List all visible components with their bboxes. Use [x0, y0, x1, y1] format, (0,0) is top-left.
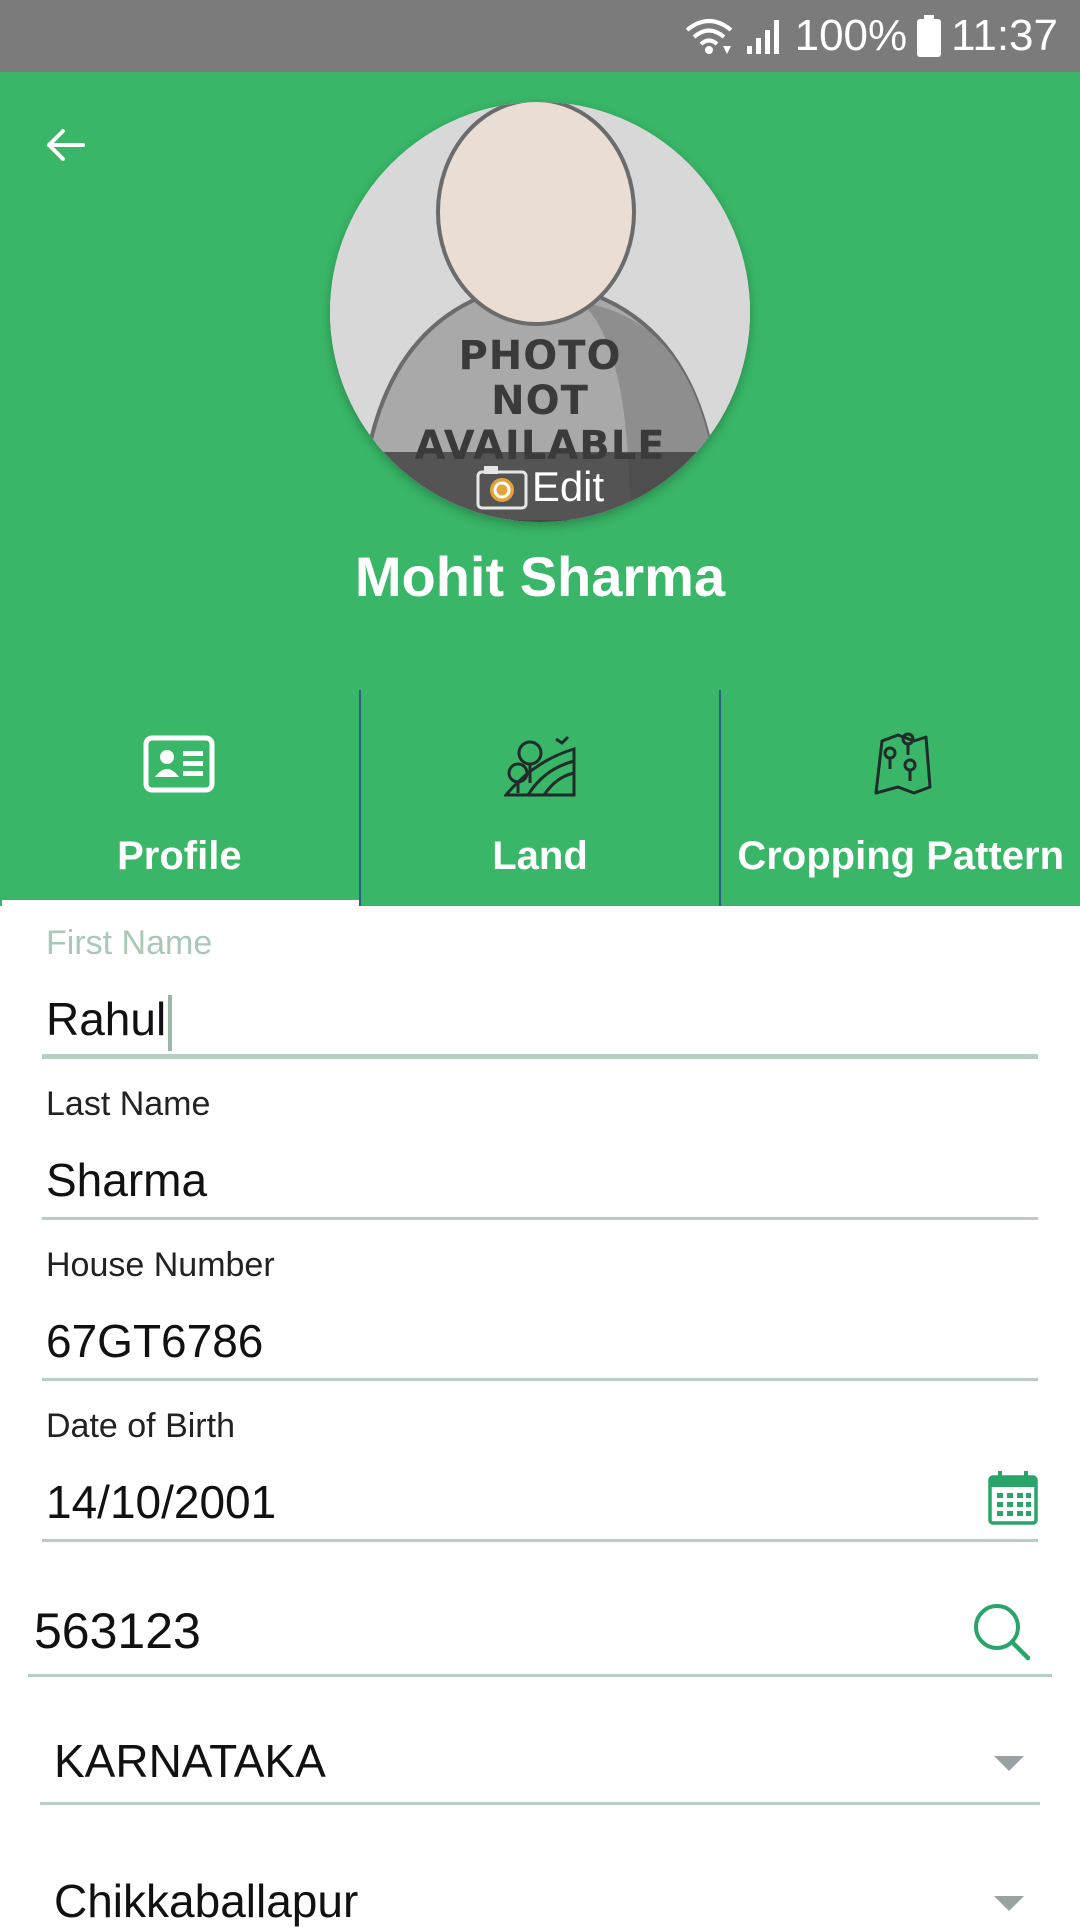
house-number-underline	[42, 1378, 1038, 1381]
first-name-field[interactable]: First Name Rahul	[42, 920, 1038, 1060]
id-card-icon	[143, 735, 215, 793]
status-indicators: 100% 11:37	[683, 0, 1058, 72]
first-name-input[interactable]: Rahul	[46, 992, 173, 1051]
map-pins-icon	[874, 732, 932, 795]
battery-icon	[917, 15, 942, 57]
calendar-icon[interactable]	[988, 1471, 1038, 1525]
last-name-label: Last Name	[46, 1085, 211, 1123]
status-bar: 100% 11:37	[0, 0, 1080, 72]
clock: 11:37	[951, 11, 1058, 60]
date-of-birth-label: Date of Birth	[46, 1407, 235, 1445]
house-number-field[interactable]: House Number 67GT6786	[42, 1244, 1038, 1384]
first-name-underline	[42, 1054, 1038, 1059]
state-underline	[40, 1802, 1040, 1805]
pincode-input[interactable]: 563123	[34, 1602, 201, 1660]
photo-not-available-text: PHOTO NOT AVAILABLE	[414, 333, 666, 469]
pincode-underline	[28, 1674, 1052, 1677]
date-of-birth-underline	[42, 1539, 1038, 1542]
battery-level: 100%	[794, 11, 908, 60]
tab-bar: Profile Land Cropping Pattern	[0, 690, 1080, 906]
wifi-icon	[683, 16, 735, 56]
state-selected-value: KARNATAKA	[54, 1735, 326, 1787]
house-number-input[interactable]: 67GT6786	[46, 1314, 263, 1368]
chevron-down-icon	[994, 1756, 1024, 1771]
first-name-label: First Name	[46, 924, 213, 962]
tab-cropping-pattern-label: Cropping Pattern	[737, 834, 1065, 878]
last-name-underline	[42, 1217, 1038, 1220]
tab-profile-label: Profile	[117, 834, 242, 878]
pincode-search-field[interactable]: 563123	[28, 1590, 1052, 1680]
edit-label: Edit	[531, 463, 605, 510]
last-name-field[interactable]: Last Name Sharma	[42, 1083, 1038, 1223]
signal-icon	[745, 16, 785, 56]
camera-icon	[476, 466, 528, 510]
edit-photo-button[interactable]: Edit	[330, 452, 750, 522]
user-name: Mohit Sharma	[354, 545, 726, 608]
search-icon[interactable]	[972, 1602, 1032, 1662]
date-of-birth-field[interactable]: Date of Birth 14/10/2001	[42, 1405, 1038, 1545]
first-name-value: Rahul	[46, 993, 167, 1045]
last-name-input[interactable]: Sharma	[46, 1153, 207, 1207]
tab-cropping-pattern[interactable]: Cropping Pattern	[719, 690, 1080, 906]
date-of-birth-input[interactable]: 14/10/2001	[46, 1475, 276, 1529]
arrow-left-icon	[47, 129, 85, 161]
tab-land-label: Land	[492, 834, 588, 878]
tab-land[interactable]: Land	[358, 690, 720, 906]
land-icon	[504, 735, 576, 797]
back-button[interactable]	[30, 110, 100, 180]
text-cursor	[168, 994, 173, 1051]
avatar[interactable]: PHOTO NOT AVAILABLE Edit	[330, 102, 750, 522]
house-number-label: House Number	[46, 1246, 275, 1284]
state-select[interactable]: KARNATAKA	[40, 1718, 1040, 1808]
tab-profile[interactable]: Profile	[0, 690, 359, 906]
chevron-down-icon	[994, 1896, 1024, 1911]
district-select[interactable]: Chikkaballapur	[40, 1858, 1040, 1927]
